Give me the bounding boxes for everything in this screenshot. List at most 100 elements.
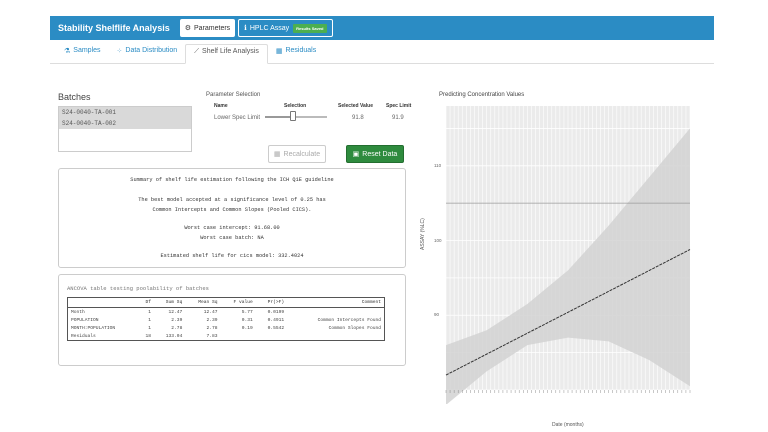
- parameter-selection-heading: Parameter Selection: [206, 92, 261, 98]
- table-cell: 0.5542: [267, 325, 285, 331]
- ancova-title: ANCOVA table testing poolability of batc…: [67, 285, 209, 292]
- summary-line: Summary of shelf life estimation followi…: [130, 177, 334, 183]
- summary-line: Common Intercepts and Common Slopes (Poo…: [152, 207, 312, 213]
- shelf-life-summary: Summary of shelf life estimation followi…: [58, 168, 406, 268]
- reset-data-button[interactable]: ▣ Reset Data: [346, 145, 404, 163]
- top-navbar: Stability Shelflife Analysis ⚙ Parameter…: [50, 16, 714, 40]
- table-cell: 12.47: [203, 309, 218, 315]
- reset-data-label: Reset Data: [362, 150, 398, 158]
- recalculate-button[interactable]: ▦ Recalculate: [268, 145, 326, 163]
- table-cell: 0.4911: [267, 317, 285, 323]
- column-header: Comment: [287, 297, 385, 308]
- spec-limit-slider-handle[interactable]: [289, 111, 296, 121]
- table-row: MONTH:POPULATION 1 2.78 2.78 0.19 0.5542…: [68, 324, 385, 332]
- table-cell: 12.47: [168, 309, 183, 315]
- x-axis-label: Date (months): [552, 422, 584, 428]
- tab-residuals-label: Residuals: [285, 47, 317, 54]
- table-cell: [287, 308, 384, 317]
- table-cell: [287, 332, 384, 341]
- recalculate-label: Recalculate: [283, 150, 321, 158]
- table-cell: Month: [71, 309, 85, 315]
- tab-data-distribution-label: Data Distribution: [125, 47, 178, 54]
- table-cell: 2.39: [171, 317, 183, 323]
- y-tick-label: 90: [434, 312, 440, 318]
- table-cell: Residuals: [71, 333, 96, 339]
- column-header: Pr(>F): [255, 297, 288, 308]
- line-chart-icon: ⟋: [194, 47, 200, 55]
- tab-parameters-label: Parameters: [193, 24, 231, 32]
- flask-icon: ⚗: [64, 47, 71, 55]
- table-cell: [221, 332, 256, 341]
- param-col-selection: Selection: [284, 103, 307, 109]
- table-cell: 0.0199: [267, 309, 285, 315]
- batch-option[interactable]: S24-0040-TA-001: [59, 107, 191, 118]
- table-cell: 1: [148, 325, 151, 331]
- analysis-tabs: ⚗ Samples ⁘ Data Distribution ⟋ Shelf Li…: [50, 44, 714, 64]
- ancova-panel: ANCOVA table testing poolability of batc…: [58, 274, 406, 366]
- summary-line: The best model accepted at a significanc…: [138, 197, 326, 203]
- prediction-plot-svg: [445, 106, 691, 404]
- table-cell: 0.19: [241, 325, 253, 331]
- summary-line: Estimated shelf life for cics model: 332…: [160, 253, 304, 259]
- tab-samples-label: Samples: [73, 47, 101, 54]
- app-window: Stability Shelflife Analysis ⚙ Parameter…: [0, 0, 768, 432]
- table-cell: 2.78: [206, 325, 218, 331]
- tab-hplc-assay-label: HPLC Assay: [249, 24, 290, 32]
- param-name: Lower Spec Limit: [214, 115, 261, 121]
- table-cell: [256, 332, 287, 341]
- table-cell: 7.83: [206, 333, 218, 339]
- spec-limit-slider-fill: [265, 116, 293, 118]
- batch-option[interactable]: S24-0040-TA-002: [59, 118, 191, 129]
- table-cell: 1: [148, 309, 151, 315]
- param-col-spec-limit: Spec Limit: [386, 103, 412, 109]
- tab-data-distribution[interactable]: ⁘ Data Distribution: [109, 43, 186, 63]
- gear-icon: ⚙: [184, 25, 191, 32]
- ancova-table: Df Sum Sq Mean Sq F value Pr(>F) Comment…: [67, 297, 385, 341]
- param-selected-value: 91.8: [352, 115, 364, 121]
- column-header: Mean Sq: [185, 297, 221, 308]
- batches-heading: Batches: [58, 92, 91, 102]
- tab-parameters[interactable]: ⚙ Parameters: [179, 19, 236, 37]
- tab-shelf-life-analysis-label: Shelf Life Analysis: [202, 48, 259, 55]
- table-header-row: Df Sum Sq Mean Sq F value Pr(>F) Comment: [67, 297, 385, 308]
- column-header: [67, 297, 138, 308]
- summary-line: Worst case batch: NA: [200, 235, 264, 241]
- table-cell: Common Intercepts Found: [317, 317, 381, 323]
- scatter-icon: ⁘: [116, 47, 123, 55]
- table-row: POPULATION 1 2.39 2.39 0.31 0.4911 Commo…: [68, 316, 385, 324]
- table-cell: 0.31: [241, 317, 253, 323]
- y-tick-label: 110: [434, 162, 442, 168]
- app-title: Stability Shelflife Analysis: [58, 23, 170, 33]
- summary-line: Worst case intercept: 91.68.00: [184, 225, 280, 231]
- prediction-plot: [438, 100, 708, 404]
- column-header: F value: [220, 297, 256, 308]
- table-cell: 18: [145, 333, 151, 339]
- table-cell: MONTH:POPULATION: [71, 325, 116, 331]
- plot-title: Predicting Concentration Values: [439, 92, 525, 98]
- column-header: Df: [137, 297, 154, 308]
- table-row: Month 1 12.47 12.47 5.77 0.0199: [68, 308, 385, 317]
- tab-shelf-life-analysis[interactable]: ⟋ Shelf Life Analysis: [185, 44, 268, 64]
- table-cell: 133.04: [165, 333, 183, 339]
- table-cell: 1: [148, 317, 151, 323]
- tab-samples[interactable]: ⚗ Samples: [56, 43, 109, 63]
- table-icon: ▦: [275, 47, 283, 55]
- reset-icon: ▣: [352, 151, 360, 158]
- y-tick-label: 100: [434, 237, 442, 243]
- param-spec-limit: 91.9: [392, 115, 404, 121]
- calculator-icon: ▦: [273, 151, 281, 158]
- param-col-selected-value: Selected Value: [338, 103, 374, 109]
- table-cell: 2.39: [206, 317, 218, 323]
- table-cell: 2.78: [171, 325, 183, 331]
- results-saved-badge: Results Saved: [293, 23, 327, 33]
- y-axis-label: ASSAY (%LC): [420, 218, 426, 250]
- tab-residuals[interactable]: ▦ Residuals: [268, 43, 324, 63]
- batch-select-list[interactable]: S24-0040-TA-001 S24-0040-TA-002: [58, 106, 192, 152]
- table-row: Residuals 18 133.04 7.83: [68, 332, 385, 341]
- table-cell: Common Slopes Found: [328, 325, 381, 331]
- table-cell: 5.77: [241, 309, 253, 315]
- tab-hplc-assay[interactable]: ℹ HPLC Assay Results Saved: [238, 19, 333, 37]
- info-icon: ℹ: [244, 25, 247, 32]
- table-cell: POPULATION: [71, 317, 99, 323]
- column-header: Sum Sq: [153, 297, 186, 308]
